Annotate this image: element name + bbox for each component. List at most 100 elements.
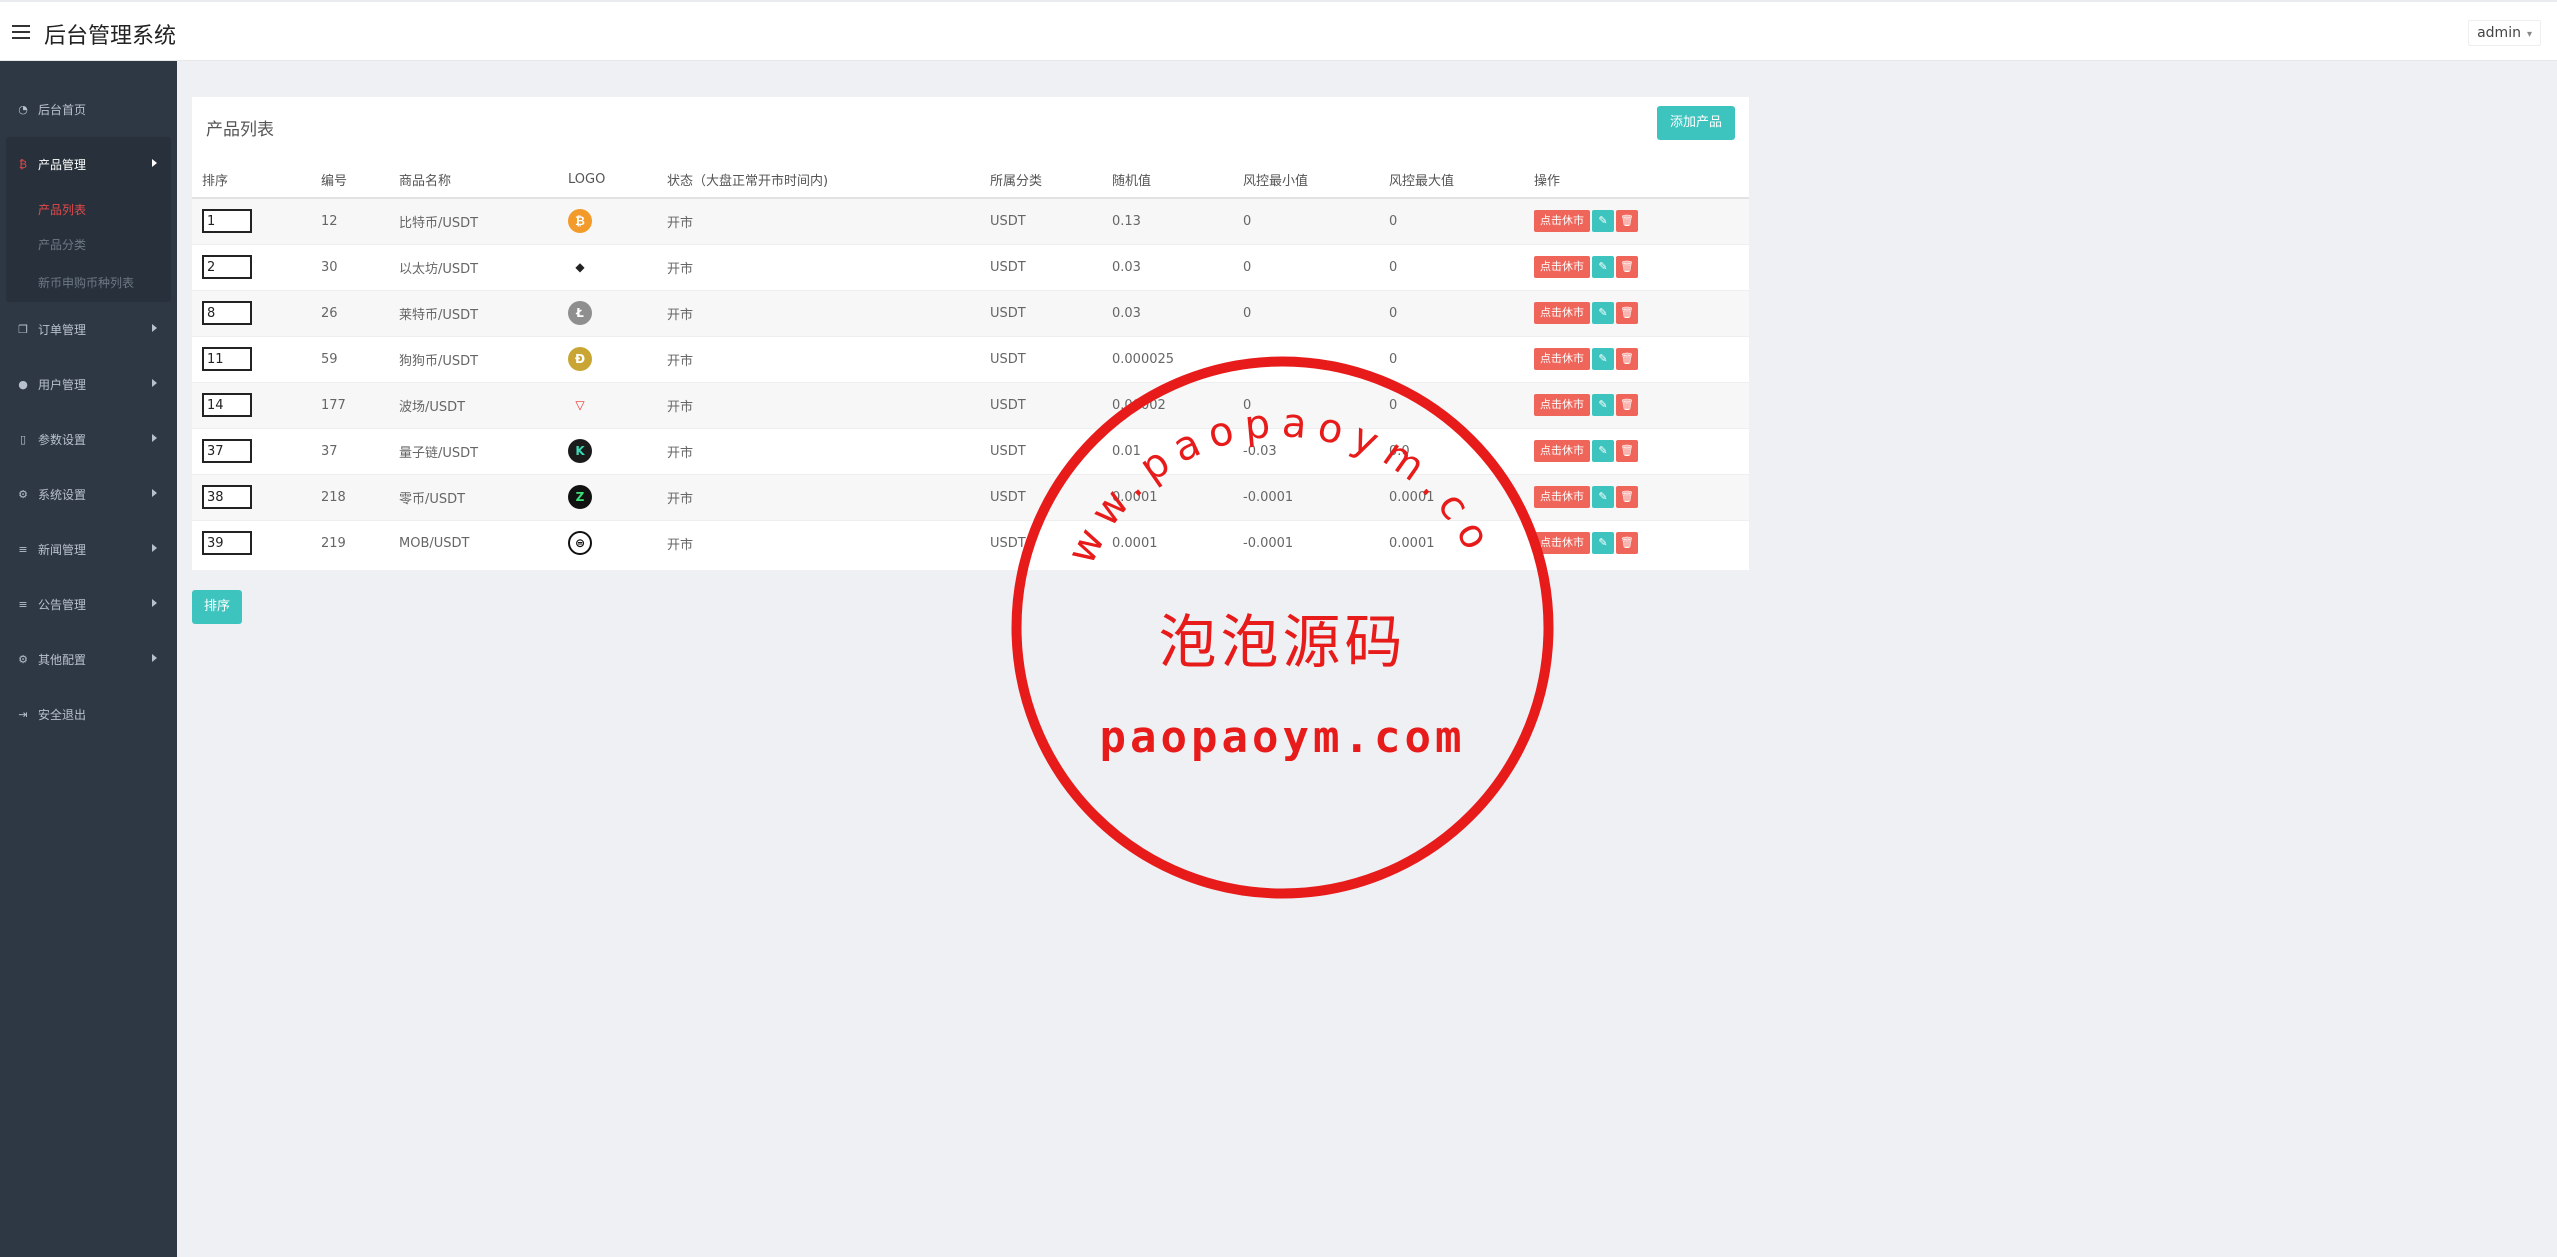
- sidebar-item-logout[interactable]: ⇥ 安全退出: [0, 687, 177, 742]
- close-market-button[interactable]: 点击休市: [1534, 256, 1590, 278]
- col-header-logo: LOGO: [558, 162, 657, 199]
- edit-pencil-icon[interactable]: ✎: [1592, 256, 1614, 278]
- col-header-actions: 操作: [1524, 162, 1749, 199]
- user-name: admin: [2477, 25, 2521, 41]
- risk-min-cell: 0: [1233, 289, 1379, 336]
- category-cell: USDT: [980, 289, 1102, 336]
- close-market-button[interactable]: 点击休市: [1534, 302, 1590, 324]
- edit-pencil-icon[interactable]: ✎: [1592, 302, 1614, 324]
- sidebar-item-news[interactable]: ≡ 新闻管理: [0, 522, 177, 577]
- id-cell: 26: [311, 289, 389, 336]
- sidebar-item-users[interactable]: ● 用户管理: [0, 357, 177, 412]
- sidebar-item-products[interactable]: ₿ 产品管理: [6, 137, 171, 192]
- status-cell: 开市: [657, 519, 980, 566]
- sort-order-input[interactable]: [202, 301, 252, 325]
- logo-cell: Ð: [558, 335, 657, 382]
- bitcoin-icon: ₿: [18, 158, 28, 171]
- random-value-cell: 0.03: [1102, 289, 1233, 336]
- caret-right-icon: [152, 159, 157, 167]
- caret-right-icon: [152, 324, 157, 332]
- sort-order-input[interactable]: [202, 209, 252, 234]
- actions-cell: 点击休市 ✎ 🗑: [1524, 427, 1749, 474]
- id-cell: 219: [311, 519, 389, 566]
- eth-coin-icon: ◆: [575, 260, 585, 274]
- watermark-url-text: paopaoym.com: [1099, 712, 1466, 763]
- user-icon: ●: [18, 378, 28, 391]
- watermark-center-text: 泡泡源码: [1158, 608, 1407, 676]
- caret-right-icon: [152, 544, 157, 552]
- col-header-status: 状态（大盘正常开市时间内): [657, 162, 980, 199]
- delete-trash-icon[interactable]: 🗑: [1616, 256, 1638, 278]
- delete-trash-icon[interactable]: 🗑: [1616, 394, 1638, 416]
- random-value-cell: 0.13: [1102, 197, 1233, 244]
- sort-order-input[interactable]: [202, 255, 252, 279]
- status-cell: 开市: [657, 335, 980, 382]
- caret-right-icon: [152, 654, 157, 662]
- risk-max-cell: 0: [1379, 197, 1524, 244]
- table-row: 12比特币/USDT₿开市USDT0.1300点击休市✎🗑: [192, 197, 1749, 244]
- id-cell: 59: [311, 335, 389, 382]
- close-market-button[interactable]: 点击休市: [1534, 210, 1590, 233]
- copy-icon: ❐: [18, 323, 28, 336]
- sidebar-item-label: 后台首页: [38, 103, 87, 117]
- sidebar-item-home[interactable]: ◔ 后台首页: [0, 82, 177, 137]
- sidebar-item-other-config[interactable]: ⚙ 其他配置: [0, 632, 177, 687]
- edit-pencil-icon[interactable]: ✎: [1592, 532, 1614, 555]
- delete-trash-icon[interactable]: 🗑: [1616, 440, 1638, 462]
- edit-pencil-icon[interactable]: ✎: [1592, 486, 1614, 508]
- user-menu[interactable]: admin ▾: [2468, 20, 2541, 46]
- sidebar-item-system[interactable]: ⚙ 系统设置: [0, 467, 177, 522]
- watermark-ring-text: www.paopaoym.com: [1010, 355, 1494, 571]
- ltc-coin-icon: Ł: [568, 301, 592, 325]
- sort-order-input[interactable]: [202, 531, 252, 556]
- edit-pencil-icon[interactable]: ✎: [1592, 440, 1614, 462]
- sidebar-subitem-new-coin-list[interactable]: 新币申购币种列表: [6, 262, 171, 302]
- actions-cell: 点击休市 ✎ 🗑: [1524, 289, 1749, 336]
- delete-trash-icon[interactable]: 🗑: [1616, 348, 1638, 370]
- caret-right-icon: [152, 489, 157, 497]
- caret-right-icon: [152, 379, 157, 387]
- sort-order-input[interactable]: [202, 393, 252, 417]
- sort-cell: [192, 289, 311, 336]
- sort-order-input[interactable]: [202, 347, 252, 371]
- sort-cell: [192, 473, 311, 520]
- edit-pencil-icon[interactable]: ✎: [1592, 394, 1614, 416]
- logo-cell: K: [558, 427, 657, 474]
- name-cell: 波场/USDT: [389, 381, 558, 428]
- sort-cell: [192, 335, 311, 382]
- sort-cell: [192, 197, 311, 244]
- add-product-button[interactable]: 添加产品: [1656, 106, 1735, 140]
- btc-coin-icon: ₿: [568, 209, 592, 234]
- delete-trash-icon[interactable]: 🗑: [1616, 486, 1638, 508]
- sidebar-item-notices[interactable]: ≡ 公告管理: [0, 577, 177, 632]
- sort-cell: [192, 243, 311, 290]
- id-cell: 12: [311, 197, 389, 244]
- delete-trash-icon[interactable]: 🗑: [1616, 210, 1638, 233]
- sidebar-item-params[interactable]: ▯ 参数设置: [0, 412, 177, 467]
- name-cell: 比特币/USDT: [389, 197, 558, 244]
- chevron-down-icon: ▾: [2526, 29, 2532, 40]
- sort-order-input[interactable]: [202, 439, 252, 463]
- top-header: 后台管理系统 admin ▾: [0, 0, 2557, 61]
- sidebar-subitem-product-list[interactable]: 产品列表: [6, 192, 171, 227]
- sidebar-item-orders[interactable]: ❐ 订单管理: [0, 302, 177, 357]
- name-cell: 量子链/USDT: [389, 427, 558, 474]
- sidebar-item-label: 其他配置: [38, 653, 87, 667]
- sort-button[interactable]: 排序: [192, 590, 243, 624]
- gears-icon: ⚙: [18, 488, 28, 501]
- table-header-row: 排序 编号 商品名称 LOGO 状态（大盘正常开市时间内) 所属分类 随机值 风…: [192, 162, 1749, 199]
- delete-trash-icon[interactable]: 🗑: [1616, 302, 1638, 324]
- edit-pencil-icon[interactable]: ✎: [1592, 210, 1614, 233]
- mob-coin-icon: ⊜: [568, 531, 592, 556]
- name-cell: 零币/USDT: [389, 473, 558, 520]
- col-header-category: 所属分类: [980, 162, 1102, 199]
- logo-cell: ◆: [558, 243, 657, 290]
- random-value-cell: 0.03: [1102, 243, 1233, 290]
- hamburger-menu-icon[interactable]: [12, 25, 30, 39]
- edit-pencil-icon[interactable]: ✎: [1592, 348, 1614, 370]
- name-cell: 狗狗币/USDT: [389, 335, 558, 382]
- delete-trash-icon[interactable]: 🗑: [1616, 532, 1638, 555]
- sidebar-subitem-product-category[interactable]: 产品分类: [6, 227, 171, 262]
- sidebar-item-label: 用户管理: [38, 378, 87, 392]
- sort-order-input[interactable]: [202, 485, 252, 509]
